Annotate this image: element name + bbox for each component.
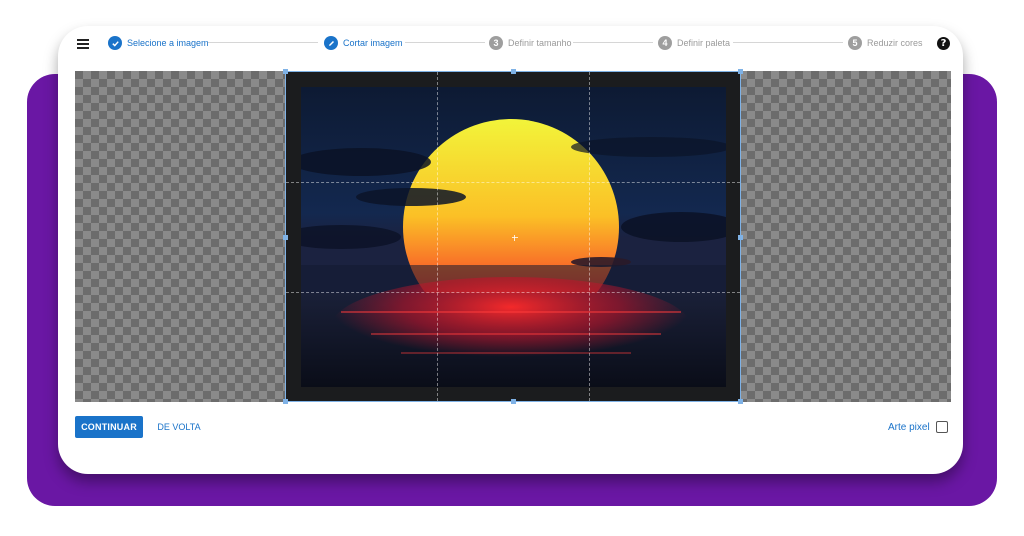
crop-handle-right[interactable] xyxy=(738,235,743,240)
step-number: 4 xyxy=(658,36,672,50)
crop-grid-line xyxy=(286,292,740,293)
step-label: Cortar imagem xyxy=(343,38,403,48)
crop-center-icon xyxy=(512,235,518,241)
step-label: Definir paleta xyxy=(677,38,731,48)
step-crop-image[interactable]: Cortar imagem xyxy=(324,35,403,51)
pixel-art-label: Arte pixel xyxy=(888,421,930,433)
back-button[interactable]: DE VOLTA xyxy=(153,416,205,438)
crop-grid-line xyxy=(286,182,740,183)
step-connector xyxy=(208,42,318,43)
step-label: Definir tamanho xyxy=(508,38,572,48)
crop-handle-top-right[interactable] xyxy=(738,69,743,74)
crop-handle-left[interactable] xyxy=(283,235,288,240)
app-window: Selecione a imagem Cortar imagem 3 Defin… xyxy=(58,26,963,474)
continue-button[interactable]: CONTINUAR xyxy=(75,416,143,438)
step-connector xyxy=(573,42,653,43)
crop-workspace[interactable] xyxy=(75,69,951,404)
step-connector xyxy=(405,42,485,43)
step-label: Reduzir cores xyxy=(867,38,923,48)
crop-handle-top[interactable] xyxy=(511,69,516,74)
step-set-palette[interactable]: 4 Definir paleta xyxy=(658,35,730,51)
crop-handle-top-left[interactable] xyxy=(283,69,288,74)
pixel-art-checkbox[interactable] xyxy=(935,421,948,433)
step-connector xyxy=(733,42,843,43)
step-number: 3 xyxy=(489,36,503,50)
crop-handle-bottom[interactable] xyxy=(511,399,516,404)
step-reduce-colors[interactable]: 5 Reduzir cores xyxy=(848,35,923,51)
crop-selection[interactable] xyxy=(283,69,743,404)
menu-icon[interactable] xyxy=(77,39,89,49)
pencil-icon xyxy=(324,36,338,50)
step-number: 5 xyxy=(848,36,862,50)
crop-handle-bottom-right[interactable] xyxy=(738,399,743,404)
check-icon xyxy=(108,36,122,50)
help-icon[interactable]: ? xyxy=(937,37,950,50)
step-select-image[interactable]: Selecione a imagem xyxy=(108,35,209,51)
crop-grid-line xyxy=(589,72,590,401)
crop-handle-bottom-left[interactable] xyxy=(283,399,288,404)
step-label: Selecione a imagem xyxy=(127,38,209,48)
pixel-art-toggle[interactable]: Arte pixel xyxy=(888,421,948,433)
crop-grid-line xyxy=(437,72,438,401)
step-set-size[interactable]: 3 Definir tamanho xyxy=(489,35,572,51)
